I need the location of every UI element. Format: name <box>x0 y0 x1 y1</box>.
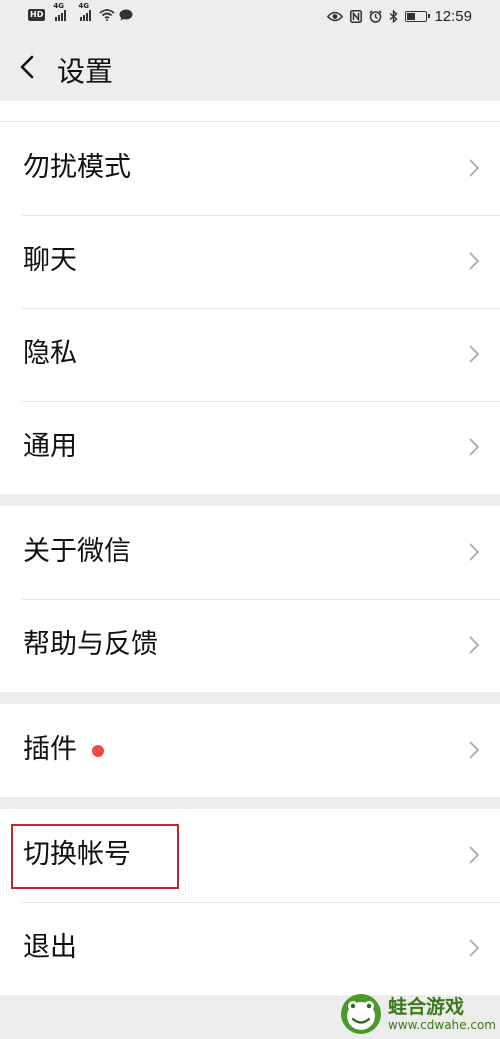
menu-item-plugins[interactable]: 插件 <box>0 704 500 797</box>
menu-item-switch-account[interactable]: 切换帐号 <box>0 809 500 902</box>
chevron-right-icon <box>469 636 480 654</box>
settings-group-general: 勿扰模式 聊天 隐私 通用 <box>0 122 500 494</box>
back-arrow-icon[interactable] <box>16 54 42 80</box>
bluetooth-icon <box>390 10 399 23</box>
menu-item-label: 隐私 <box>23 338 77 369</box>
wifi-icon <box>99 9 115 21</box>
chevron-right-icon <box>469 345 480 363</box>
menu-item-log-out[interactable]: 退出 <box>0 902 500 995</box>
settings-group-plugins: 插件 <box>0 704 500 797</box>
menu-item-label: 关于微信 <box>23 536 131 567</box>
menu-item-help-feedback[interactable]: 帮助与反馈 <box>0 599 500 692</box>
hd-icon: HD <box>28 9 46 21</box>
menu-item-chat[interactable]: 聊天 <box>0 215 500 308</box>
chevron-right-icon <box>469 159 480 177</box>
clock: 12:59 <box>434 8 472 25</box>
settings-group-account: 切换帐号 退出 <box>0 809 500 995</box>
signal-icon: 4G <box>78 2 92 21</box>
chevron-right-icon <box>469 846 480 864</box>
watermark-url: www.cdwahe.com <box>388 1018 496 1032</box>
nav-bar: 设置 <box>0 34 500 101</box>
nfc-icon <box>350 10 363 23</box>
menu-item-label: 退出 <box>23 932 77 963</box>
menu-item-label: 聊天 <box>23 245 77 276</box>
message-icon <box>119 9 133 21</box>
status-bar: HD 4G 4G 12:59 <box>0 0 500 34</box>
menu-item-privacy[interactable]: 隐私 <box>0 308 500 401</box>
watermark-name: 蛙合游戏 <box>388 996 465 1018</box>
menu-item-general[interactable]: 通用 <box>0 401 500 494</box>
page-title: 设置 <box>57 55 114 88</box>
chevron-right-icon <box>469 252 480 270</box>
list-top-edge <box>0 101 500 122</box>
menu-item-label: 勿扰模式 <box>23 152 131 183</box>
menu-item-label: 插件 <box>23 734 77 765</box>
menu-item-do-not-disturb[interactable]: 勿扰模式 <box>0 122 500 215</box>
menu-item-label: 通用 <box>23 431 77 462</box>
menu-item-about-wechat[interactable]: 关于微信 <box>0 506 500 599</box>
signal-icon: 4G <box>53 2 67 21</box>
settings-group-about: 关于微信 帮助与反馈 <box>0 506 500 692</box>
chevron-right-icon <box>469 543 480 561</box>
watermark: 蛙合游戏 www.cdwahe.com <box>340 993 496 1035</box>
chevron-right-icon <box>469 438 480 456</box>
frog-logo-icon <box>341 994 382 1034</box>
chevron-right-icon <box>469 939 480 957</box>
menu-item-label: 切换帐号 <box>23 839 131 870</box>
eye-icon <box>327 11 344 22</box>
chevron-right-icon <box>469 741 480 759</box>
notification-dot <box>92 745 104 757</box>
menu-item-label: 帮助与反馈 <box>23 629 158 660</box>
battery-icon <box>405 11 431 22</box>
alarm-icon <box>369 10 383 23</box>
